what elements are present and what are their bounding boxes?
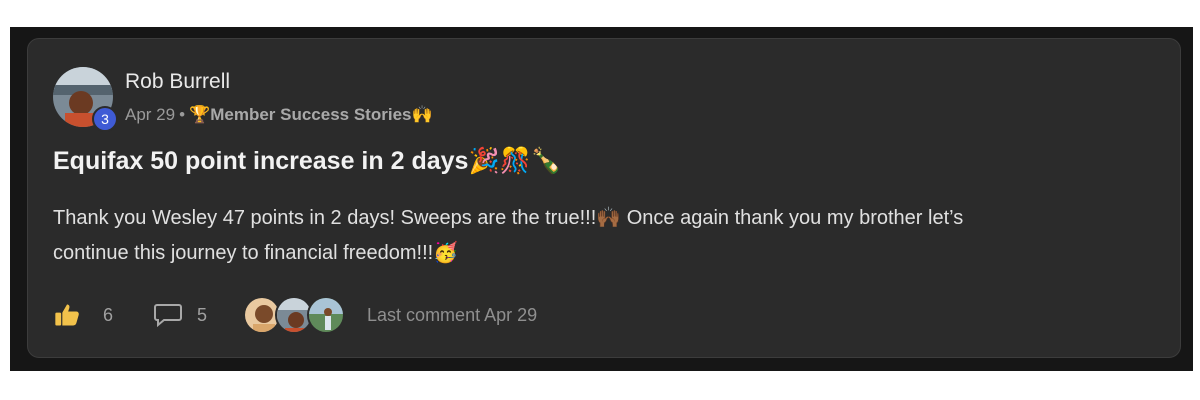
- meta-separator: •: [179, 105, 186, 124]
- thumbs-up-icon[interactable]: [53, 301, 81, 329]
- post-title[interactable]: Equifax 50 point increase in 2 days 🎉🎊🍾: [53, 146, 562, 176]
- raised-hands-icon: 🙌: [411, 105, 433, 125]
- post-body-line: Thank you Wesley 47 points in 2 days! Sw…: [53, 207, 964, 229]
- comment-count: 5: [197, 304, 208, 325]
- post-body-line: continue this journey to financial freed…: [53, 242, 459, 264]
- comment-icon[interactable]: [153, 302, 183, 328]
- category-link[interactable]: 🏆 Member Success Stories 🙌: [189, 105, 433, 125]
- trophy-icon: 🏆: [189, 105, 211, 125]
- celebration-icons: 🎉🎊🍾: [468, 146, 562, 175]
- last-comment-info[interactable]: Last comment Apr 29: [367, 305, 537, 326]
- commenter-avatar[interactable]: [307, 296, 346, 334]
- like-count: 6: [103, 304, 114, 325]
- post-meta: Apr 29 • 🏆 Member Success Stories 🙌: [125, 105, 433, 125]
- post-date[interactable]: Apr 29: [125, 105, 175, 125]
- category-label: Member Success Stories: [210, 105, 412, 124]
- post-card[interactable]: 3 Rob Burrell Apr 29 • 🏆 Member Success …: [27, 38, 1181, 358]
- post-body: Thank you Wesley 47 points in 2 days! Sw…: [53, 201, 1153, 271]
- post-title-text: Equifax 50 point increase in 2 days: [53, 146, 469, 175]
- post-footer: 6 5 Last comment Apr 29: [53, 295, 537, 335]
- level-badge: 3: [92, 106, 118, 132]
- author-name[interactable]: Rob Burrell: [125, 70, 230, 94]
- commenter-avatars[interactable]: [243, 296, 346, 334]
